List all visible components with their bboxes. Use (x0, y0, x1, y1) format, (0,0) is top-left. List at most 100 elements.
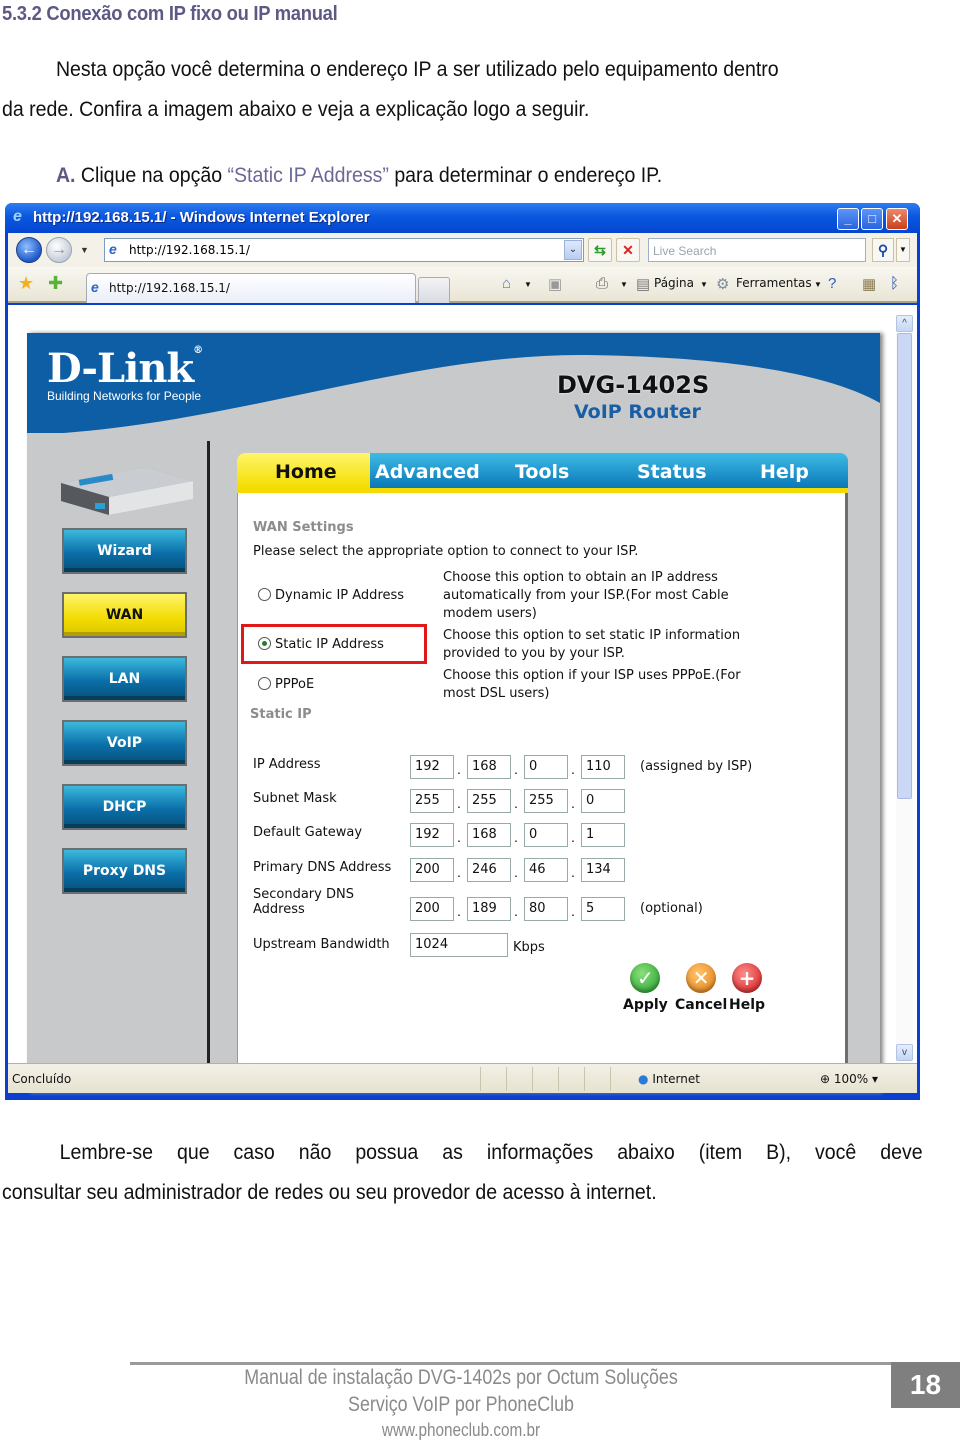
home-icon[interactable]: ⌂ (502, 275, 511, 292)
ip-octet-input[interactable]: 134 (581, 858, 625, 882)
sidebar-item-dhcp[interactable]: DHCP (62, 784, 187, 830)
ip-octet-input[interactable]: 200 (410, 858, 454, 882)
octet-separator: . (571, 761, 575, 777)
add-favorite-icon[interactable]: ✚ (48, 273, 63, 294)
ip-octet-input[interactable]: 0 (524, 823, 568, 847)
print-icon[interactable]: ⎙ (596, 275, 608, 292)
home-dropdown-icon[interactable]: ▼ (524, 280, 532, 289)
ip-octet-input[interactable]: 246 (467, 858, 511, 882)
gear-icon[interactable]: ⚙ (716, 275, 729, 293)
sidebar-item-proxy-dns[interactable]: Proxy DNS (62, 848, 187, 894)
octet-separator: . (571, 864, 575, 880)
bandwidth-input[interactable]: 1024 (410, 933, 508, 957)
forward-button[interactable]: → (46, 237, 72, 263)
sidebar-item-voip[interactable]: VoIP (62, 720, 187, 766)
octet-separator: . (571, 829, 575, 845)
ip-octet-input[interactable]: 200 (410, 897, 454, 921)
address-dropdown-button[interactable]: ⌄ (564, 240, 582, 260)
zoom-level[interactable]: ⊕ 100% ▾ (820, 1072, 878, 1086)
note-word: não (298, 1141, 332, 1164)
ip-octet-input[interactable]: 192 (410, 823, 454, 847)
ip-octet-input[interactable]: 0 (524, 755, 568, 779)
research-icon[interactable]: ▦ (862, 275, 876, 293)
ip-octet-input[interactable]: 168 (467, 755, 511, 779)
tab-help[interactable]: Help (760, 461, 809, 483)
note-word: deve (880, 1141, 923, 1164)
radio-pppoe[interactable] (258, 677, 271, 690)
scroll-down-button[interactable]: v (896, 1044, 913, 1061)
tab-status[interactable]: Status (637, 461, 707, 483)
wan-prompt: Please select the appropriate option to … (253, 544, 639, 559)
page-menu-icon[interactable]: ▤ (636, 275, 650, 293)
favorites-star-icon[interactable]: ★ (18, 273, 34, 294)
feeds-icon[interactable]: ▣ (548, 275, 562, 293)
tabs-toolbar: ★ ✚ e http://192.168.15.1/ ⌂ ▼ ▣ ⎙ ▼ ▤ P… (8, 267, 917, 303)
refresh-button[interactable]: ⇆ (588, 238, 612, 262)
cancel-button[interactable]: ✕ Cancel (675, 963, 727, 1013)
close-button[interactable]: ✕ (886, 208, 908, 230)
ip-octet-input[interactable]: 255 (524, 789, 568, 813)
page-number: 18 (891, 1362, 960, 1408)
status-separator (480, 1067, 481, 1091)
option-pppoe[interactable]: PPPoE (258, 677, 314, 692)
apply-button[interactable]: ✓ Apply (623, 963, 668, 1013)
back-button[interactable]: ← (16, 237, 42, 263)
new-tab-button[interactable] (418, 277, 450, 303)
address-input[interactable]: http://192.168.15.1/ (129, 243, 250, 257)
sidebar-item-wan[interactable]: WAN (62, 592, 187, 638)
field-note: (optional) (640, 901, 703, 916)
maximize-button[interactable]: □ (861, 208, 883, 230)
ip-octet-input[interactable]: 110 (581, 755, 625, 779)
sidebar-item-lan[interactable]: LAN (62, 656, 187, 702)
ip-octet-input[interactable]: 46 (524, 858, 568, 882)
ip-octet-input[interactable]: 1 (581, 823, 625, 847)
tab-advanced[interactable]: Advanced (375, 461, 480, 483)
scroll-thumb[interactable] (897, 333, 912, 799)
tools-dropdown-icon[interactable]: ▼ (814, 280, 822, 289)
history-dropdown-icon[interactable]: ▼ (80, 245, 89, 255)
footer-rule (130, 1362, 892, 1365)
stop-button[interactable]: ✕ (616, 238, 640, 262)
page-menu[interactable]: Página (654, 276, 694, 290)
address-bar[interactable]: e http://192.168.15.1/ ⌄ (104, 238, 584, 262)
bluetooth-icon[interactable]: ᛒ (890, 275, 899, 292)
vertical-scrollbar[interactable]: ^ v (896, 315, 913, 1063)
wan-settings-title: WAN Settings (253, 520, 354, 535)
ip-octet-input[interactable]: 255 (410, 789, 454, 813)
search-button[interactable]: ⚲ (872, 238, 894, 262)
option-static-ip[interactable]: Static IP Address (258, 637, 384, 652)
page-dropdown-icon[interactable]: ▼ (700, 280, 708, 289)
dlink-logo: D-Link® (47, 345, 203, 392)
help-icon[interactable]: ? (828, 275, 836, 292)
field-label: Secondary DNS Address (253, 887, 354, 917)
search-options-dropdown[interactable]: ▼ (896, 238, 910, 262)
ip-octet-input[interactable]: 189 (467, 897, 511, 921)
ip-octet-input[interactable]: 192 (410, 755, 454, 779)
ip-octet-input[interactable]: 255 (467, 789, 511, 813)
security-zone: ● Internet (638, 1072, 700, 1086)
address-toolbar: ← → ▼ e http://192.168.15.1/ ⌄ ⇆ ✕ Live … (8, 233, 917, 267)
octet-separator: . (514, 903, 518, 919)
radio-dynamic-ip[interactable] (258, 588, 271, 601)
scroll-up-button[interactable]: ^ (896, 315, 913, 332)
ip-octet-input[interactable]: 80 (524, 897, 568, 921)
router-device-icon (61, 467, 193, 515)
tab-tools[interactable]: Tools (515, 461, 569, 483)
tools-menu[interactable]: Ferramentas (736, 276, 812, 290)
search-input[interactable]: Live Search (648, 238, 866, 262)
print-dropdown-icon[interactable]: ▼ (620, 280, 628, 289)
tab-page-icon: e (91, 279, 99, 295)
browser-tab[interactable]: e http://192.168.15.1/ (86, 273, 416, 303)
tab-home[interactable]: Home (275, 461, 337, 483)
ip-octet-input[interactable]: 5 (581, 897, 625, 921)
ip-octet-input[interactable]: 0 (581, 789, 625, 813)
note-line-1: Lembre-se que caso não possua as informações ab… (2, 1133, 923, 1173)
option-dynamic-ip[interactable]: Dynamic IP Address (258, 588, 404, 603)
ie-window: e http://192.168.15.1/ - Windows Interne… (5, 203, 920, 1100)
help-button[interactable]: + Help (729, 963, 765, 1013)
sidebar-item-wizard[interactable]: Wizard (62, 528, 187, 574)
radio-static-ip[interactable] (258, 637, 271, 650)
step-a-paragraph: A. Clique na opção “Static IP Address” p… (2, 156, 867, 196)
minimize-button[interactable]: _ (837, 208, 859, 230)
ip-octet-input[interactable]: 168 (467, 823, 511, 847)
